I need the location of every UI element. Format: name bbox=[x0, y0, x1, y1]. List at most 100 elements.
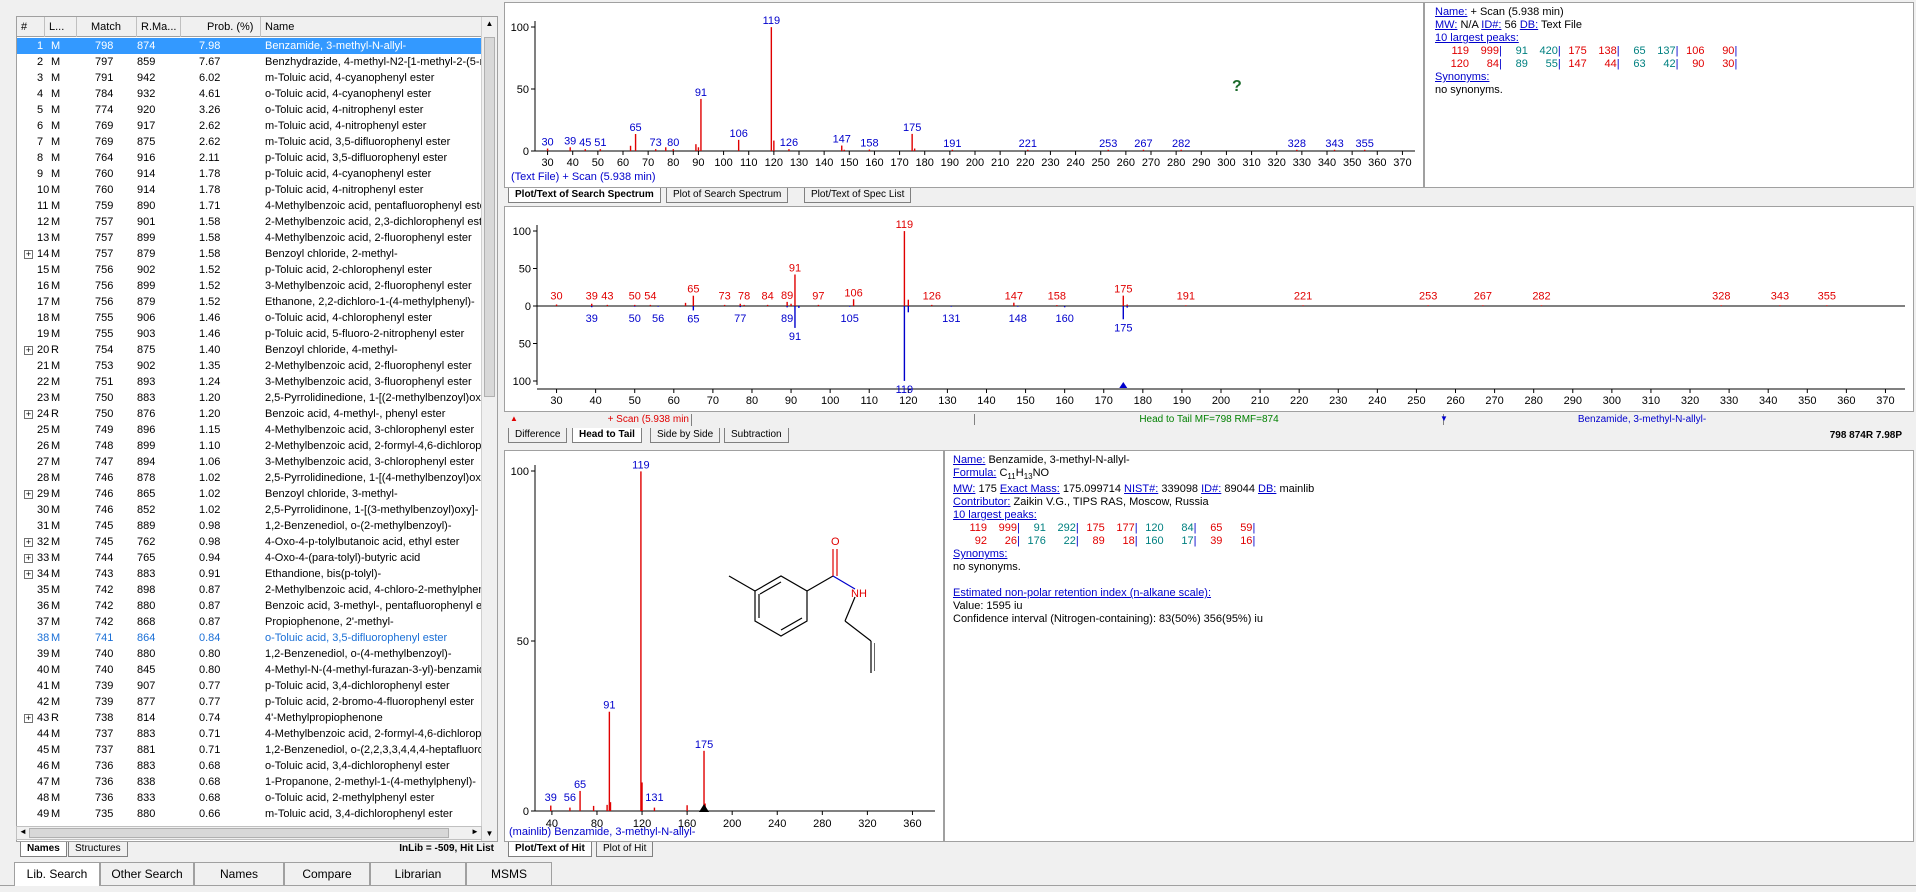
hit-id-label[interactable]: ID#: bbox=[1201, 483, 1221, 495]
retention-index-label[interactable]: Estimated non-polar retention index (n-a… bbox=[953, 587, 1314, 600]
tab-structures[interactable]: Structures bbox=[68, 842, 128, 857]
hit-list-row[interactable]: +34 M 743 883 0.91 Ethandione, bis(p-tolyl)- bbox=[17, 566, 483, 582]
tab-plot-text-search[interactable]: Plot/Text of Search Spectrum bbox=[508, 188, 661, 203]
hit-list-row[interactable]: +43 R 738 814 0.74 4'-Methylpropiophenone bbox=[17, 710, 483, 726]
hit-list-row[interactable]: 46 M 736 883 0.68 o-Toluic acid, 3,4-dichloro… bbox=[17, 758, 483, 774]
hit-list-row[interactable]: +24 R 750 876 1.20 Benzoic acid, 4-methyl-, p… bbox=[17, 406, 483, 422]
search-spectrum-plot[interactable]: 0 50 100 30 40 50 60 70 80 90 100 110 120 130 140 150 16… bbox=[504, 2, 1424, 188]
tab-plot-search[interactable]: Plot of Search Spectrum bbox=[666, 188, 789, 203]
hit-list-row[interactable]: 35 M 742 898 0.87 2-Methylbenzoic acid, 4-chl… bbox=[17, 582, 485, 598]
hit-peaks-label[interactable]: 10 largest peaks: bbox=[953, 509, 1314, 522]
hit-list-row[interactable]: +33 M 744 765 0.94 4-Oxo-4-(para-tolyl)-butyr… bbox=[17, 550, 483, 566]
hit-list-row[interactable]: 1 M 798 874 7.98 Benzamide, 3-methyl-N-allyl- bbox=[17, 38, 483, 54]
tab-plot-text-spec-list[interactable]: Plot/Text of Spec List bbox=[804, 188, 912, 203]
hit-list-row[interactable]: 21 M 753 902 1.35 2-Methylbenzoic acid, 2-flu… bbox=[17, 358, 483, 374]
hit-db-label[interactable]: DB: bbox=[1258, 483, 1276, 495]
hit-list-hscroll[interactable]: ◄ ► bbox=[16, 826, 482, 840]
tab-names[interactable]: Names bbox=[20, 842, 67, 857]
tab-msms[interactable]: MSMS bbox=[466, 862, 552, 886]
compare-up-icon[interactable]: ▲ bbox=[510, 414, 518, 423]
hit-list-row[interactable]: 4 M 784 932 4.61 o-Toluic acid, 4-cyanophenyl… bbox=[17, 86, 483, 102]
hit-list-row[interactable]: +14 M 757 879 1.58 Benzoyl chloride, 2-methyl… bbox=[17, 246, 483, 262]
tab-head-to-tail[interactable]: Head to Tail bbox=[572, 428, 642, 443]
peaks-label[interactable]: 10 largest peaks: bbox=[1435, 32, 1737, 45]
expand-plus-icon[interactable]: + bbox=[24, 554, 33, 563]
hit-list-row[interactable]: 10 M 760 914 1.78 p-Toluic acid, 4-nitropheny… bbox=[17, 182, 483, 198]
hit-list-row[interactable]: 38 M 741 864 0.84 o-Toluic acid, 3,5-difluoro… bbox=[17, 630, 483, 646]
hit-list-scrollbar[interactable]: ▲ ▼ bbox=[481, 17, 497, 841]
exact-mass-label[interactable]: Exact Mass: bbox=[1000, 483, 1060, 495]
hit-list-row[interactable]: 28 M 746 878 1.02 2,5-Pyrrolidinedione, 1-[(4… bbox=[17, 470, 485, 486]
hit-list-row[interactable]: 23 M 750 883 1.20 2,5-Pyrrolidinedione, 1-[(2… bbox=[17, 390, 485, 406]
head-to-tail-plot[interactable]: 100 50 0 50 100 30 40 50 60 70 80 90 100 110 120 130 140… bbox=[504, 206, 1914, 412]
tab-plot-hit[interactable]: Plot of Hit bbox=[596, 842, 654, 857]
formula-label[interactable]: Formula: bbox=[953, 467, 996, 479]
hit-list-row[interactable]: 25 M 749 896 1.15 4-Methylbenzoic acid, 3-chl… bbox=[17, 422, 483, 438]
hit-list-row[interactable]: +20 R 754 875 1.40 Benzoyl chloride, 4-methyl… bbox=[17, 342, 483, 358]
hit-list-row[interactable]: 48 M 736 833 0.68 o-Toluic acid, 2-methylphen… bbox=[17, 790, 483, 806]
hit-list-row[interactable]: 2 M 797 859 7.67 Benzhydrazide, 4-methyl-N2-[… bbox=[17, 54, 485, 70]
hit-list-row[interactable]: +32 M 745 762 0.98 4-Oxo-4-p-tolylbutanoic ac… bbox=[17, 534, 483, 550]
hit-list-row[interactable]: 5 M 774 920 3.26 o-Toluic acid, 4-nitrophenyl… bbox=[17, 102, 483, 118]
tab-lib-search[interactable]: Lib. Search bbox=[14, 862, 100, 886]
scroll-thumb[interactable] bbox=[484, 37, 495, 397]
contributor-label[interactable]: Contributor: bbox=[953, 496, 1010, 508]
scroll-right-icon[interactable]: ► bbox=[471, 827, 479, 836]
help-question-icon[interactable]: ? bbox=[1232, 78, 1242, 96]
expand-plus-icon[interactable]: + bbox=[24, 538, 33, 547]
hit-list-row[interactable]: 19 M 755 903 1.46 p-Toluic acid, 5-fluoro-2-n… bbox=[17, 326, 483, 342]
tab-difference[interactable]: Difference bbox=[508, 428, 568, 443]
hit-list-row[interactable]: 3 M 791 942 6.02 m-Toluic acid, 4-cyanophenyl… bbox=[17, 70, 483, 86]
hit-list-row[interactable]: 6 M 769 917 2.62 m-Toluic acid, 4-nitrophenyl… bbox=[17, 118, 483, 134]
tab-side-by-side[interactable]: Side by Side bbox=[650, 428, 721, 443]
tab-plot-text-hit[interactable]: Plot/Text of Hit bbox=[508, 842, 592, 857]
hit-list-row[interactable]: 44 M 737 883 0.71 4-Methylbenzoic acid, 2-for… bbox=[17, 726, 485, 742]
hit-list-row[interactable]: 18 M 755 906 1.46 o-Toluic acid, 4-chlorophen… bbox=[17, 310, 483, 326]
nist-label[interactable]: NIST#: bbox=[1124, 483, 1158, 495]
hit-list-row[interactable]: 31 M 745 889 0.98 1,2-Benzenediol, o-(2-methy… bbox=[17, 518, 483, 534]
hit-spectrum-plot[interactable]: 0 50 100 40 80 120 160 200 240 280 320 360 39 56 65 91 1… bbox=[504, 450, 944, 842]
hit-list-row[interactable]: 13 M 757 899 1.58 4-Methylbenzoic acid, 2-flu… bbox=[17, 230, 483, 246]
col-header-rmatch[interactable]: R.Ma... bbox=[137, 17, 181, 37]
col-header-name[interactable]: Name bbox=[261, 17, 483, 37]
name-label[interactable]: Name: bbox=[1435, 6, 1467, 18]
hit-list-row[interactable]: 17 M 756 879 1.52 Ethanone, 2,2-dichloro-1-(4… bbox=[17, 294, 483, 310]
hit-list-row[interactable]: 30 M 746 852 1.02 2,5-Pyrrolidinone, 1-[(3-me… bbox=[17, 502, 483, 518]
hit-list-row[interactable]: 40 M 740 845 0.80 4-Methyl-N-(4-methyl-furaza… bbox=[17, 662, 485, 678]
col-header-number[interactable]: # bbox=[17, 17, 45, 37]
expand-plus-icon[interactable]: + bbox=[24, 410, 33, 419]
expand-plus-icon[interactable]: + bbox=[24, 250, 33, 259]
hit-list-row[interactable]: 16 M 756 899 1.52 3-Methylbenzoic acid, 2-flu… bbox=[17, 278, 483, 294]
scroll-up-icon[interactable]: ▲ bbox=[484, 19, 495, 29]
hit-list-row[interactable]: 36 M 742 880 0.87 Benzoic acid, 3-methyl-, pe… bbox=[17, 598, 485, 614]
hit-list-panel[interactable]: # L... Match R.Ma... Prob. (%) Name 1 M 79… bbox=[16, 16, 498, 842]
hit-list-row[interactable]: 45 M 737 881 0.71 1,2-Benzenediol, o-(2,2,3,3… bbox=[17, 742, 485, 758]
hit-synonyms-label[interactable]: Synonyms: bbox=[953, 548, 1314, 561]
col-header-prob[interactable]: Prob. (%) bbox=[181, 17, 261, 37]
hit-list-row[interactable]: 42 M 739 877 0.77 p-Toluic acid, 2-bromo-4-fl… bbox=[17, 694, 483, 710]
hit-list-row[interactable]: 8 M 764 916 2.11 p-Toluic acid, 3,5-difluorop… bbox=[17, 150, 483, 166]
col-header-lib[interactable]: L... bbox=[45, 17, 77, 37]
hit-list-row[interactable]: 26 M 748 899 1.10 2-Methylbenzoic acid, 2-for… bbox=[17, 438, 485, 454]
hit-list-row[interactable]: 37 M 742 868 0.87 Propiophenone, 2'-methyl- bbox=[17, 614, 483, 630]
tab-other-search[interactable]: Other Search bbox=[100, 862, 194, 886]
hscroll-thumb[interactable] bbox=[29, 828, 449, 838]
expand-plus-icon[interactable]: + bbox=[24, 714, 33, 723]
scroll-left-icon[interactable]: ◄ bbox=[19, 827, 27, 836]
hit-list-row[interactable]: 41 M 739 907 0.77 p-Toluic acid, 3,4-dichloro… bbox=[17, 678, 483, 694]
id-label[interactable]: ID#: bbox=[1481, 19, 1501, 31]
hit-list-row[interactable]: 7 M 769 875 2.62 m-Toluic acid, 3,5-difluorop… bbox=[17, 134, 483, 150]
hit-list-row[interactable]: +29 M 746 865 1.02 Benzoyl chloride, 3-methyl… bbox=[17, 486, 483, 502]
hit-list-row[interactable]: 49 M 735 880 0.66 m-Toluic acid, 3,4-dichloro… bbox=[17, 806, 483, 822]
hit-list-row[interactable]: 47 M 736 838 0.68 1-Propanone, 2-methyl-1-(4-… bbox=[17, 774, 483, 790]
expand-plus-icon[interactable]: + bbox=[24, 346, 33, 355]
col-header-match[interactable]: Match bbox=[77, 17, 137, 37]
hit-name-label[interactable]: Name: bbox=[953, 454, 985, 466]
hit-list-row[interactable]: 11 M 759 890 1.71 4-Methylbenzoic acid, penta… bbox=[17, 198, 485, 214]
scroll-down-icon[interactable]: ▼ bbox=[484, 829, 495, 839]
tab-subtraction[interactable]: Subtraction bbox=[724, 428, 789, 443]
hit-list-row[interactable]: 27 M 747 894 1.06 3-Methylbenzoic acid, 3-chl… bbox=[17, 454, 483, 470]
hit-list-row[interactable]: 15 M 756 902 1.52 p-Toluic acid, 2-chlorophen… bbox=[17, 262, 483, 278]
expand-plus-icon[interactable]: + bbox=[24, 570, 33, 579]
hit-mw-label[interactable]: MW: bbox=[953, 483, 975, 495]
